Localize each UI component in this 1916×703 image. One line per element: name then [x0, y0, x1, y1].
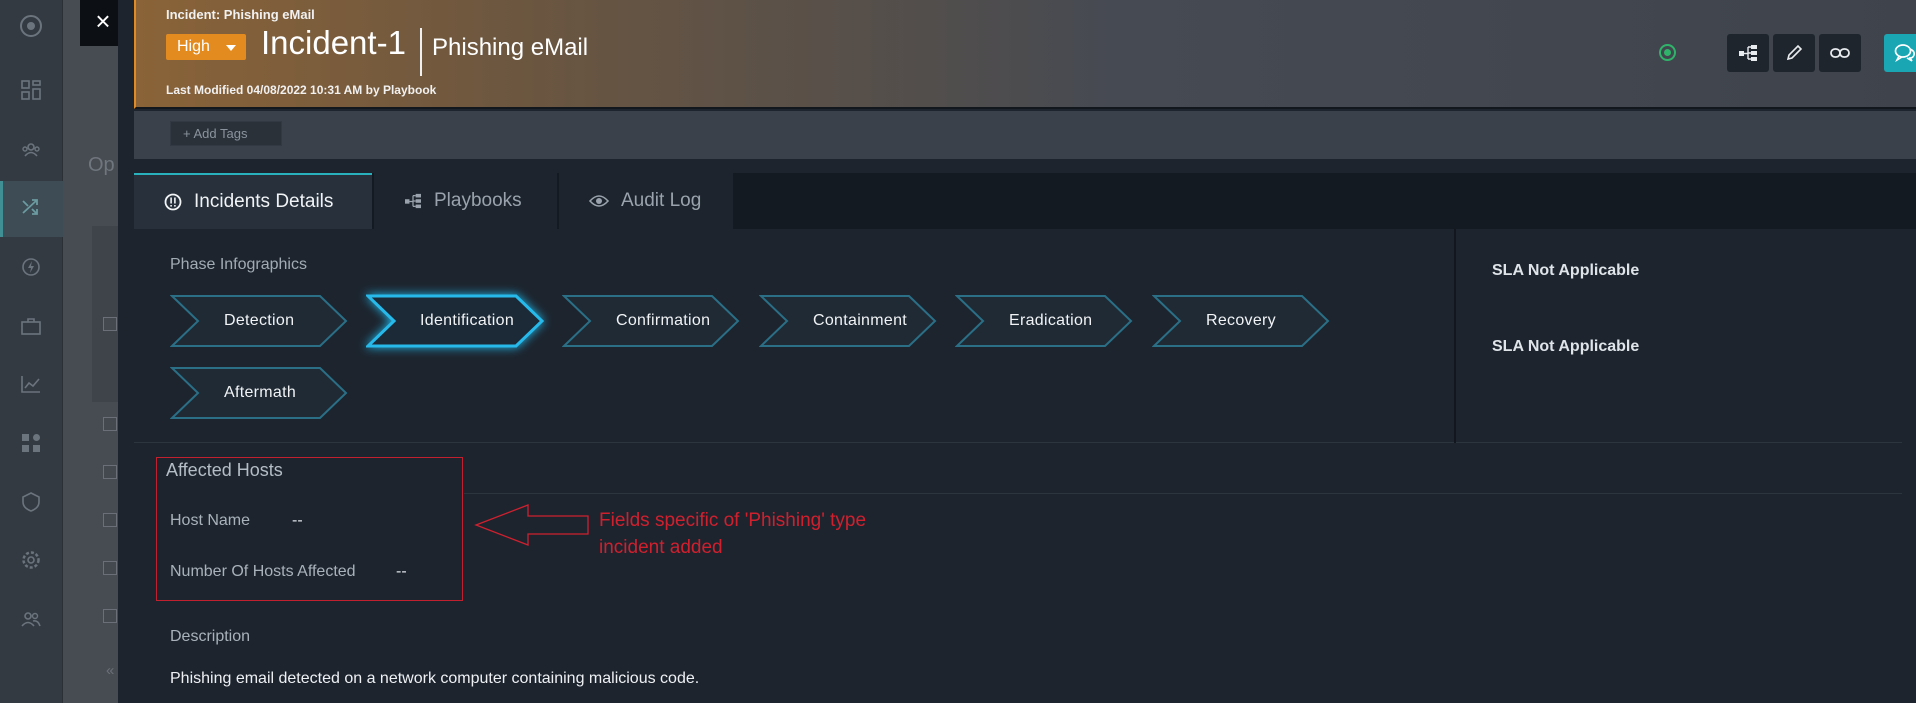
background-checkbox[interactable]	[103, 317, 117, 331]
description-text[interactable]: Phishing email detected on a network com…	[170, 670, 699, 688]
incident-header: Incident: Phishing eMail High Incident-1…	[134, 0, 1916, 109]
severity-dropdown[interactable]: High	[166, 34, 246, 60]
last-modified: Last Modified 04/08/2022 10:31 AM by Pla…	[166, 83, 437, 97]
settings-icon[interactable]	[19, 550, 43, 574]
caret-down-icon	[226, 45, 236, 51]
sla-status: SLA Not Applicable	[1492, 338, 1640, 355]
incident-content: Incidents Details Playbooks Audit Log Ph…	[134, 159, 1916, 703]
briefcase-icon[interactable]	[19, 317, 43, 341]
shuffle-icon[interactable]	[19, 197, 43, 221]
tab-label: Incidents Details	[194, 191, 334, 212]
edit-button[interactable]	[1773, 34, 1815, 72]
phase-eradication[interactable]: Eradication	[955, 292, 1135, 350]
link-icon	[1830, 48, 1850, 58]
chart-icon[interactable]	[19, 375, 43, 399]
alert-circle-icon	[164, 193, 182, 211]
playbook-flow-button[interactable]	[1727, 34, 1769, 72]
phase-label: Eradication	[1009, 312, 1093, 329]
chat-icon	[1894, 44, 1915, 63]
phase-detection[interactable]: Detection	[170, 292, 350, 350]
collaboration-button[interactable]	[1884, 34, 1916, 72]
hierarchy-icon	[404, 193, 422, 209]
tags-bar: + Add Tags	[134, 111, 1916, 159]
phase-infographics: Phase Infographics Detection Identificat…	[134, 229, 1902, 443]
tab-audit-log[interactable]: Audit Log	[559, 173, 733, 229]
logo-icon[interactable]	[19, 14, 43, 38]
host-name-value[interactable]: --	[292, 512, 303, 530]
dashboard-icon[interactable]	[19, 80, 43, 104]
affected-hosts-title: Affected Hosts	[166, 460, 283, 480]
sla-status: SLA Not Applicable	[1492, 262, 1640, 279]
incident-drawer: Incident: Phishing eMail High Incident-1…	[118, 0, 1916, 703]
phase-label: Containment	[813, 312, 908, 329]
phase-aftermath[interactable]: Aftermath	[170, 364, 350, 422]
background-checkbox[interactable]	[103, 417, 117, 431]
bolt-icon[interactable]	[19, 257, 43, 281]
pencil-icon	[1786, 44, 1803, 61]
background-panel-title: Op	[88, 154, 115, 176]
status-indicator-icon	[1659, 44, 1676, 61]
sla-panel: SLA Not Applicable SLA Not Applicable	[1454, 229, 1902, 443]
background-checkbox[interactable]	[103, 513, 117, 527]
host-name-label: Host Name	[170, 512, 251, 529]
phase-label: Aftermath	[224, 384, 297, 401]
hosts-affected-value[interactable]: --	[396, 563, 407, 581]
section-divider	[464, 493, 1902, 494]
tab-playbooks[interactable]: Playbooks	[374, 173, 557, 229]
phase-title: Phase Infographics	[170, 256, 307, 273]
phase-identification[interactable]: Identification	[366, 292, 546, 350]
people-icon[interactable]	[19, 609, 43, 633]
tab-label: Audit Log	[621, 190, 702, 211]
annotation-text: Fields specific of 'Phishing' type incid…	[599, 510, 867, 558]
tab-incident-details[interactable]: Incidents Details	[134, 173, 372, 229]
incident-type-label: Incident: Phishing eMail	[166, 7, 315, 22]
description-label: Description	[170, 628, 251, 645]
eye-icon	[589, 194, 609, 208]
hosts-affected-label: Number Of Hosts Affected	[170, 563, 356, 580]
add-tags-button[interactable]: + Add Tags	[170, 121, 282, 146]
phase-recovery[interactable]: Recovery	[1152, 292, 1332, 350]
tab-bar: Incidents Details Playbooks Audit Log	[134, 173, 1916, 229]
title-divider	[420, 28, 422, 76]
phase-label: Identification	[420, 312, 515, 329]
shield-icon[interactable]	[19, 492, 43, 516]
phase-label: Confirmation	[616, 312, 711, 329]
close-icon: ×	[95, 6, 111, 36]
link-button[interactable]	[1819, 34, 1861, 72]
tab-label: Playbooks	[434, 190, 522, 211]
background-checkbox[interactable]	[103, 609, 117, 623]
phase-confirmation[interactable]: Confirmation	[562, 292, 742, 350]
phase-label: Recovery	[1206, 312, 1276, 329]
app-sidebar	[0, 0, 63, 703]
background-checkbox[interactable]	[103, 465, 117, 479]
background-checkbox[interactable]	[103, 561, 117, 575]
incident-name[interactable]: Phishing eMail	[432, 34, 588, 62]
phase-containment[interactable]: Containment	[759, 292, 939, 350]
annotation-arrow-icon	[474, 504, 589, 546]
apps-icon[interactable]	[19, 433, 43, 457]
phase-label: Detection	[224, 312, 295, 329]
hierarchy-icon	[1739, 45, 1757, 61]
chevron-left-icon[interactable]: «	[106, 662, 114, 679]
users-group-icon[interactable]	[19, 140, 43, 164]
severity-label: High	[177, 38, 210, 55]
incident-id: Incident-1	[261, 24, 406, 61]
